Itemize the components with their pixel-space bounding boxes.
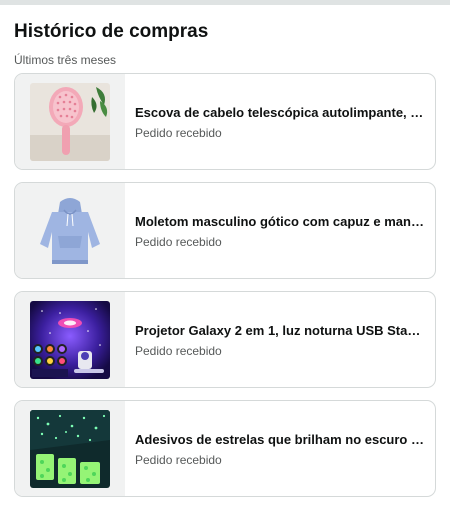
order-card[interactable]: Escova de cabelo telescópica autolimpant… <box>14 73 436 170</box>
pink-hair-brush-icon <box>30 83 110 161</box>
order-list: Escova de cabelo telescópica autolimpant… <box>14 73 436 509</box>
order-card[interactable]: Moletom masculino gótico com capuz e man… <box>14 182 436 279</box>
page-subtitle: Últimos três meses <box>14 53 117 67</box>
order-item-title[interactable]: Adesivos de estrelas que brilham no escu… <box>135 432 425 448</box>
order-status: Pedido recebido <box>135 235 222 249</box>
order-item-title[interactable]: Projetor Galaxy 2 em 1, luz noturna USB … <box>135 323 425 339</box>
order-item-title[interactable]: Escova de cabelo telescópica autolimpant… <box>135 105 425 121</box>
page-header: Histórico de compras Últimos três meses <box>0 5 450 67</box>
product-thumbnail[interactable] <box>15 292 125 387</box>
order-item-title[interactable]: Moletom masculino gótico com capuz e man… <box>135 214 425 230</box>
order-status: Pedido recebido <box>135 126 222 140</box>
page-title: Histórico de compras <box>14 21 209 42</box>
order-card[interactable]: Projetor Galaxy 2 em 1, luz noturna USB … <box>14 291 436 388</box>
order-card[interactable]: Adesivos de estrelas que brilham no escu… <box>14 400 436 497</box>
product-thumbnail[interactable] <box>15 183 125 278</box>
blue-hoodie-icon <box>30 192 110 270</box>
galaxy-projector-icon <box>30 301 110 379</box>
order-status: Pedido recebido <box>135 344 222 358</box>
order-status: Pedido recebido <box>135 453 222 467</box>
glow-stars-icon <box>30 410 110 488</box>
product-thumbnail[interactable] <box>15 401 125 496</box>
product-thumbnail[interactable] <box>15 74 125 169</box>
